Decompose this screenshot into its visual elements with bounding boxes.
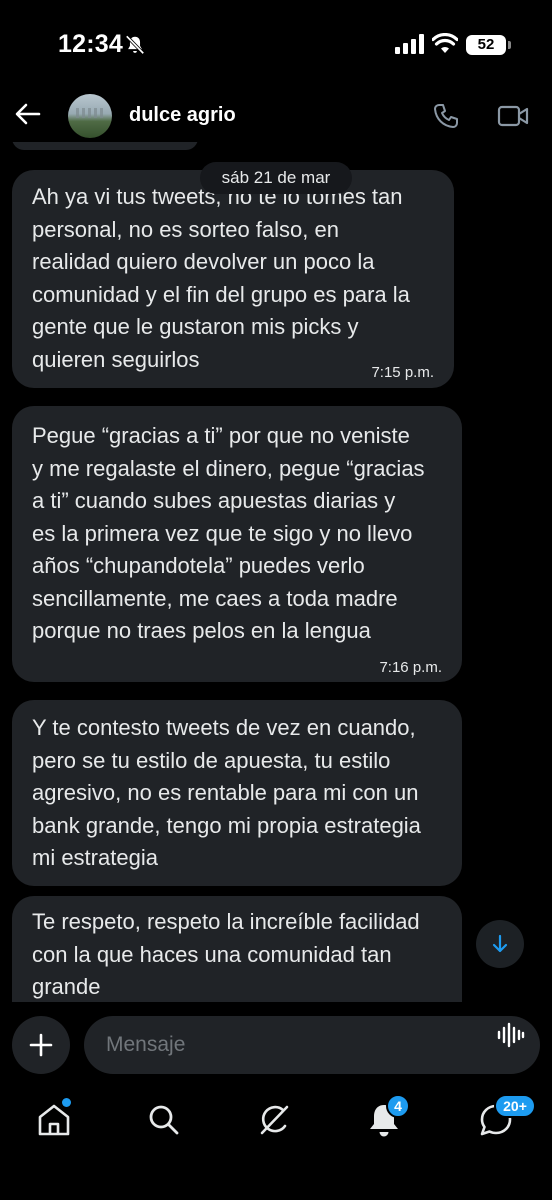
bottom-navigation: 4 20+ xyxy=(0,1080,552,1200)
message-text: Y te contesto tweets de vez en cuando, p… xyxy=(32,715,421,870)
nav-search[interactable] xyxy=(144,1100,184,1140)
wifi-icon xyxy=(432,33,458,53)
add-attachment-button[interactable] xyxy=(12,1016,70,1074)
bell-off-icon xyxy=(125,35,145,55)
avatar[interactable] xyxy=(68,94,112,138)
scroll-to-bottom-button[interactable] xyxy=(476,920,524,968)
message-input[interactable] xyxy=(84,1016,540,1074)
message-bubble[interactable]: Ah ya vi tus tweets, no te lo tomes tan … xyxy=(12,170,454,388)
plus-icon xyxy=(29,1033,53,1057)
date-divider: sáb 21 de mar xyxy=(200,162,352,194)
contact-name[interactable]: dulce agrio xyxy=(129,104,236,127)
message-time: 7:15 p.m. xyxy=(371,364,434,381)
message-time: 7:16 p.m. xyxy=(379,659,442,676)
previous-message-bubble xyxy=(12,142,198,150)
notifications-badge: 4 xyxy=(386,1094,410,1118)
message-text: Pegue “gracias a ti” por que no veniste … xyxy=(32,423,425,643)
message-bubble[interactable]: Pegue “gracias a ti” por que no veniste … xyxy=(12,406,462,682)
nav-messages[interactable]: 20+ xyxy=(476,1094,536,1140)
status-time: 12:34 xyxy=(58,30,123,58)
nav-notifications[interactable]: 4 xyxy=(364,1094,410,1140)
composer xyxy=(0,1010,552,1080)
video-camera-icon[interactable] xyxy=(497,103,529,129)
phone-icon[interactable] xyxy=(432,102,460,130)
message-list[interactable]: Ah ya vi tus tweets, no te lo tomes tan … xyxy=(0,142,552,1002)
unread-dot xyxy=(62,1098,71,1107)
battery-level: 52 xyxy=(477,36,495,53)
status-bar: 12:34 52 xyxy=(0,0,552,90)
conversation-header: dulce agrio xyxy=(0,90,552,142)
messages-badge: 20+ xyxy=(494,1094,536,1118)
message-text: Te respeto, respeto la increíble facilid… xyxy=(32,909,420,999)
arrow-down-icon xyxy=(492,934,508,953)
battery-tip xyxy=(508,41,511,49)
grok-icon xyxy=(260,1105,289,1135)
message-bubble[interactable]: Te respeto, respeto la increíble facilid… xyxy=(12,896,462,1002)
nav-grok[interactable] xyxy=(254,1100,294,1140)
voice-waveform-icon[interactable] xyxy=(497,1022,525,1048)
signal-icon xyxy=(395,34,424,54)
battery-icon: 52 xyxy=(466,35,506,55)
message-bubble[interactable]: Y te contesto tweets de vez en cuando, p… xyxy=(12,700,462,886)
search-icon xyxy=(149,1105,179,1135)
back-arrow-icon[interactable] xyxy=(14,100,42,128)
message-text: Ah ya vi tus tweets, no te lo tomes tan … xyxy=(32,184,410,372)
nav-home[interactable] xyxy=(34,1098,74,1140)
